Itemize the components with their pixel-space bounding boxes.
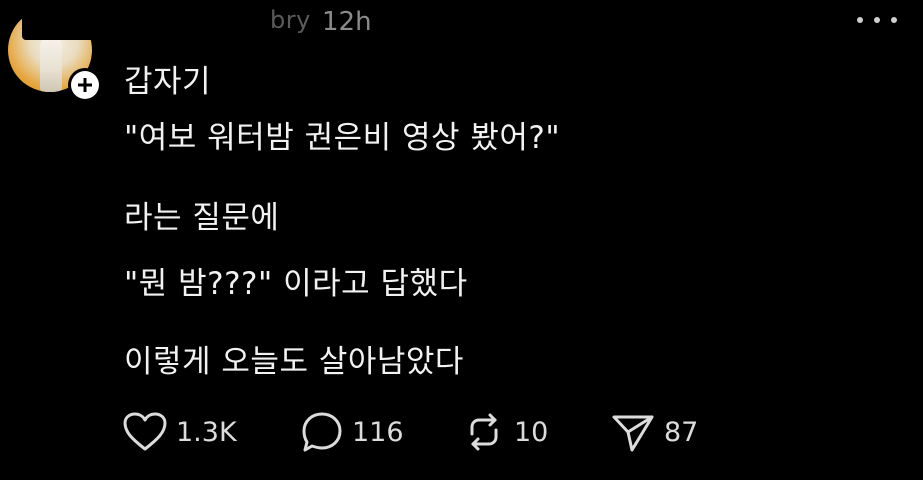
username-fragment[interactable]: bry: [270, 6, 311, 34]
post-text-line: "뭔 밤???" 이라고 답했다: [124, 266, 468, 302]
like-button[interactable]: 1.3K: [122, 410, 237, 454]
heart-icon: [123, 412, 167, 451]
post-timestamp[interactable]: 12h: [322, 7, 372, 37]
repost-button[interactable]: 10: [462, 410, 548, 454]
share-count: 87: [664, 416, 699, 448]
repost-arrows-icon: [470, 413, 498, 451]
follow-button[interactable]: [68, 68, 102, 102]
post-text-line: 갑자기: [124, 64, 212, 100]
speech-bubble-icon: [302, 412, 342, 452]
share-button[interactable]: 87: [610, 410, 698, 454]
plus-icon: [71, 71, 99, 99]
reply-count: 116: [352, 416, 404, 448]
like-count: 1.3K: [176, 416, 237, 448]
more-dots-icon[interactable]: [857, 12, 897, 28]
post-text-line: "여보 워터밤 권은비 영상 봤어?": [124, 120, 561, 156]
repost-count: 10: [514, 416, 549, 448]
post-text-line: 라는 질문에: [124, 200, 280, 236]
avatar-figure: [40, 36, 62, 92]
post-text-line: 이렇게 오늘도 살아남았다: [124, 344, 464, 380]
thread-post: bry 12h 갑자기 "여보 워터밤 권은비 영상 봤어?" 라는 질문에 "…: [0, 0, 923, 480]
paper-plane-icon: [612, 415, 654, 452]
reply-button[interactable]: 116: [300, 410, 404, 454]
